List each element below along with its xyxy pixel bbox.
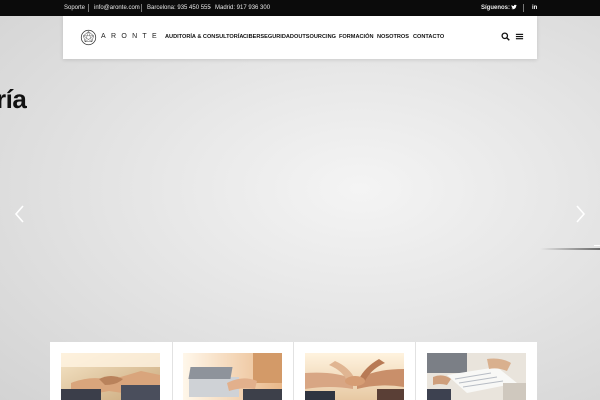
service-card[interactable] bbox=[50, 342, 172, 400]
topbar-divider bbox=[523, 4, 524, 12]
hamburger-menu-icon[interactable] bbox=[515, 32, 524, 41]
logo-wordmark[interactable]: ARONTE bbox=[101, 33, 162, 40]
email-link[interactable]: info@aronte.com bbox=[94, 4, 140, 12]
documents-meeting-photo bbox=[427, 353, 526, 400]
nav-item-ciberseguridad[interactable]: CIBERSEGURIDAD bbox=[243, 34, 294, 40]
nav-item-auditoria[interactable]: AUDITORÍA & CONSULTORÍA bbox=[165, 34, 243, 40]
follow-us-label: Síguenos: bbox=[481, 5, 511, 11]
hero-heading: ría bbox=[0, 84, 27, 114]
service-cards bbox=[50, 342, 537, 400]
team-hands-stack-photo bbox=[305, 353, 404, 400]
support-link[interactable]: Soporte bbox=[64, 4, 85, 12]
topbar-divider bbox=[88, 4, 89, 12]
main-navigation: ARONTE AUDITORÍA & CONSULTORÍA CIBERSEGU… bbox=[63, 16, 537, 59]
laptop-typing-photo bbox=[183, 353, 282, 400]
service-card[interactable] bbox=[416, 342, 538, 400]
barcelona-phone[interactable]: Barcelona: 935 450 555 bbox=[147, 4, 211, 12]
nav-item-contacto[interactable]: CONTACTO bbox=[413, 34, 444, 40]
top-contact-bar: Soporte info@aronte.com Barcelona: 935 4… bbox=[0, 0, 600, 16]
nav-item-formacion[interactable]: FORMACIÓN bbox=[339, 34, 374, 40]
nav-item-outsourcing[interactable]: OUTSOURCING bbox=[294, 34, 336, 40]
linkedin-icon[interactable]: in bbox=[532, 4, 537, 12]
chevron-right-icon[interactable] bbox=[573, 204, 587, 224]
service-card[interactable] bbox=[172, 342, 294, 400]
aronte-logo[interactable] bbox=[80, 29, 97, 46]
chevron-left-icon[interactable] bbox=[13, 204, 27, 224]
topbar-divider bbox=[141, 4, 142, 12]
phone-separator: - bbox=[209, 5, 211, 11]
service-card[interactable] bbox=[294, 342, 416, 400]
search-icon[interactable] bbox=[501, 32, 510, 41]
madrid-phone[interactable]: Madrid: 917 936 300 bbox=[215, 4, 270, 12]
hero-decoration bbox=[594, 245, 600, 246]
hero-decoration bbox=[540, 248, 600, 250]
handshake-photo bbox=[61, 353, 160, 400]
nav-item-nosotros[interactable]: NOSOTROS bbox=[377, 34, 409, 40]
twitter-icon[interactable] bbox=[511, 4, 517, 13]
